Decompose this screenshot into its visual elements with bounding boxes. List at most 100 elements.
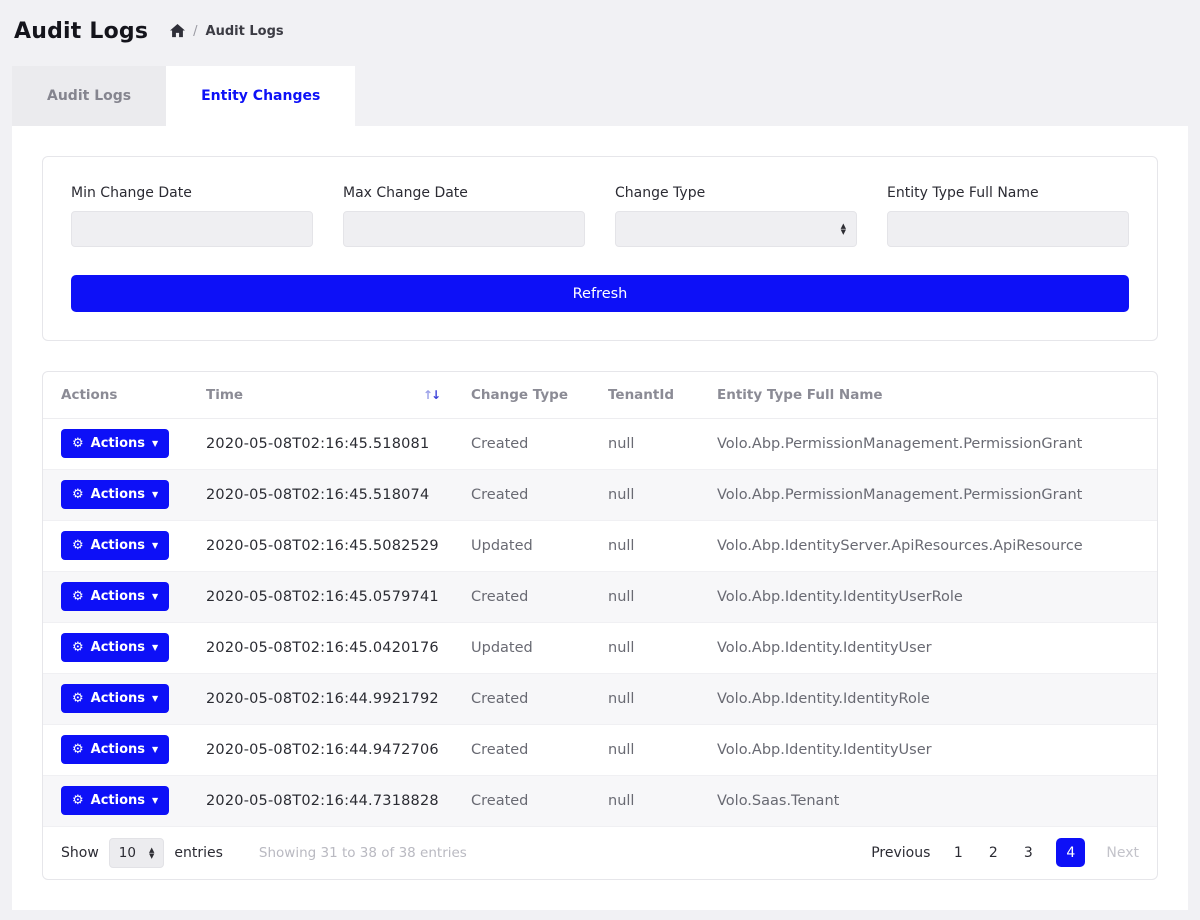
change-type-cell: Updated [453, 520, 590, 571]
table-footer: Show 10 ▲▼ entries Showing 31 to 38 of 3… [43, 827, 1157, 879]
tenant-id-cell: null [590, 622, 699, 673]
actions-cell: ⚙ Actions ▼ [43, 469, 188, 520]
entity-type-cell: Volo.Abp.IdentityServer.ApiResources.Api… [699, 520, 1157, 571]
table-row: ⚙ Actions ▼ 2020-05-08T02:16:45.5082529 … [43, 520, 1157, 571]
entity-type-cell: Volo.Abp.PermissionManagement.Permission… [699, 469, 1157, 520]
filter-field-entity-type: Entity Type Full Name [887, 185, 1129, 247]
row-actions-button[interactable]: ⚙ Actions ▼ [61, 531, 169, 560]
time-cell: 2020-05-08T02:16:44.9921792 [188, 673, 453, 724]
entity-type-input[interactable] [887, 211, 1129, 247]
caret-down-icon: ▼ [152, 593, 158, 601]
tenant-id-cell: null [590, 520, 699, 571]
page-size-control: Show 10 ▲▼ entries [61, 838, 223, 868]
tab-audit-logs[interactable]: Audit Logs [12, 66, 166, 126]
tenant-id-cell: null [590, 418, 699, 469]
actions-button-label: Actions [91, 487, 145, 502]
tenant-id-cell: null [590, 724, 699, 775]
caret-down-icon: ▼ [152, 491, 158, 499]
column-header-time[interactable]: Time ↑↓ [188, 372, 453, 418]
entity-type-cell: Volo.Abp.Identity.IdentityUser [699, 724, 1157, 775]
page-size-select[interactable]: 10 ▲▼ [109, 838, 165, 868]
tenant-id-cell: null [590, 673, 699, 724]
actions-cell: ⚙ Actions ▼ [43, 622, 188, 673]
min-change-date-label: Min Change Date [71, 185, 313, 201]
actions-button-label: Actions [91, 793, 145, 808]
tenant-id-cell: null [590, 469, 699, 520]
select-updown-icon: ▲▼ [149, 847, 154, 859]
change-type-cell: Created [453, 469, 590, 520]
table-row: ⚙ Actions ▼ 2020-05-08T02:16:44.9472706 … [43, 724, 1157, 775]
caret-down-icon: ▼ [152, 440, 158, 448]
page-size-value: 10 [119, 845, 136, 861]
home-icon[interactable] [170, 24, 185, 38]
tab-entity-changes[interactable]: Entity Changes [166, 66, 355, 126]
filter-field-max-change-date: Max Change Date [343, 185, 585, 247]
refresh-button[interactable]: Refresh [71, 275, 1129, 312]
sort-icon[interactable]: ↑↓ [423, 388, 439, 402]
max-change-date-label: Max Change Date [343, 185, 585, 201]
time-cell: 2020-05-08T02:16:45.0420176 [188, 622, 453, 673]
page-title: Audit Logs [14, 19, 148, 44]
row-actions-button[interactable]: ⚙ Actions ▼ [61, 684, 169, 713]
entity-type-cell: Volo.Abp.Identity.IdentityUser [699, 622, 1157, 673]
pagination: Previous 1 2 3 4 Next [871, 838, 1139, 867]
column-header-actions: Actions [43, 372, 188, 418]
change-type-label: Change Type [615, 185, 857, 201]
row-actions-button[interactable]: ⚙ Actions ▼ [61, 429, 169, 458]
entity-type-cell: Volo.Abp.Identity.IdentityRole [699, 673, 1157, 724]
row-actions-button[interactable]: ⚙ Actions ▼ [61, 735, 169, 764]
filter-card: Min Change Date Max Change Date Change T… [42, 156, 1158, 341]
page-number[interactable]: 2 [986, 845, 1000, 861]
filter-grid: Min Change Date Max Change Date Change T… [71, 185, 1129, 247]
row-actions-button[interactable]: ⚙ Actions ▼ [61, 633, 169, 662]
entity-type-label: Entity Type Full Name [887, 185, 1129, 201]
change-type-cell: Updated [453, 622, 590, 673]
entity-type-cell: Volo.Abp.Identity.IdentityUserRole [699, 571, 1157, 622]
page-number[interactable]: 4 [1056, 838, 1085, 867]
actions-button-label: Actions [91, 742, 145, 757]
actions-cell: ⚙ Actions ▼ [43, 571, 188, 622]
table-header: Actions Time ↑↓ Change Type TenantId Ent… [43, 372, 1157, 418]
breadcrumb: / Audit Logs [170, 24, 283, 39]
actions-cell: ⚙ Actions ▼ [43, 775, 188, 826]
tab-content: Min Change Date Max Change Date Change T… [12, 126, 1188, 910]
min-change-date-input[interactable] [71, 211, 313, 247]
column-header-entity-type: Entity Type Full Name [699, 372, 1157, 418]
table-row: ⚙ Actions ▼ 2020-05-08T02:16:45.0420176 … [43, 622, 1157, 673]
tenant-id-cell: null [590, 571, 699, 622]
breadcrumb-separator: / [193, 24, 197, 39]
change-type-select[interactable]: ▲▼ [615, 211, 857, 247]
actions-button-label: Actions [91, 691, 145, 706]
column-header-time-label: Time [206, 387, 243, 403]
table-card: Actions Time ↑↓ Change Type TenantId Ent… [42, 371, 1158, 880]
row-actions-button[interactable]: ⚙ Actions ▼ [61, 582, 169, 611]
max-change-date-input[interactable] [343, 211, 585, 247]
table-row: ⚙ Actions ▼ 2020-05-08T02:16:44.7318828 … [43, 775, 1157, 826]
page-number[interactable]: 3 [1021, 845, 1035, 861]
caret-down-icon: ▼ [152, 695, 158, 703]
gear-icon: ⚙ [72, 539, 84, 552]
change-type-cell: Created [453, 418, 590, 469]
actions-button-label: Actions [91, 589, 145, 604]
gear-icon: ⚙ [72, 641, 84, 654]
time-cell: 2020-05-08T02:16:45.518081 [188, 418, 453, 469]
gear-icon: ⚙ [72, 590, 84, 603]
table-row: ⚙ Actions ▼ 2020-05-08T02:16:45.518081 C… [43, 418, 1157, 469]
row-actions-button[interactable]: ⚙ Actions ▼ [61, 480, 169, 509]
actions-button-label: Actions [91, 436, 145, 451]
filter-field-change-type: Change Type ▲▼ [615, 185, 857, 247]
time-cell: 2020-05-08T02:16:44.7318828 [188, 775, 453, 826]
select-updown-icon: ▲▼ [841, 223, 846, 235]
pagination-previous[interactable]: Previous [871, 845, 930, 861]
actions-button-label: Actions [91, 538, 145, 553]
entity-changes-table: Actions Time ↑↓ Change Type TenantId Ent… [43, 372, 1157, 827]
pagination-next[interactable]: Next [1106, 845, 1139, 861]
row-actions-button[interactable]: ⚙ Actions ▼ [61, 786, 169, 815]
time-cell: 2020-05-08T02:16:44.9472706 [188, 724, 453, 775]
time-cell: 2020-05-08T02:16:45.5082529 [188, 520, 453, 571]
table-row: ⚙ Actions ▼ 2020-05-08T02:16:45.0579741 … [43, 571, 1157, 622]
filter-field-min-change-date: Min Change Date [71, 185, 313, 247]
actions-cell: ⚙ Actions ▼ [43, 724, 188, 775]
change-type-cell: Created [453, 571, 590, 622]
page-number[interactable]: 1 [951, 845, 965, 861]
